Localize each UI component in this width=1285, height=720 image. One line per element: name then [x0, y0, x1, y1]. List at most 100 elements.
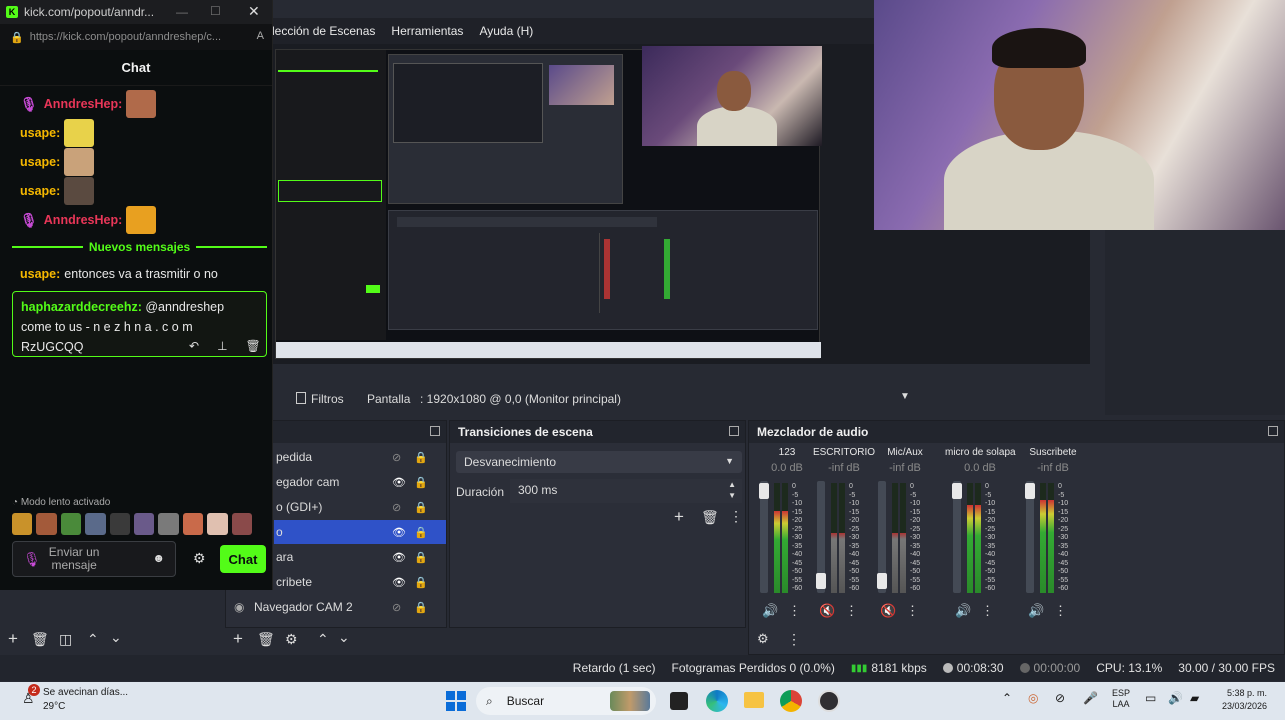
lock-icon[interactable]: 🔒	[414, 601, 428, 614]
delete-icon[interactable]: 🗑	[246, 336, 261, 354]
fader-handle[interactable]	[952, 483, 962, 499]
chat-username[interactable]: AnndresHep:	[44, 97, 122, 111]
float-dock-icon[interactable]	[729, 426, 739, 436]
add-scene-icon[interactable]: +	[8, 629, 18, 649]
emote-option[interactable]	[85, 513, 106, 535]
menu-help[interactable]: Ayuda (H)	[479, 24, 533, 38]
display-icon[interactable]: ▭	[1145, 691, 1156, 705]
float-dock-icon[interactable]	[1268, 426, 1278, 436]
emote-option[interactable]	[182, 513, 204, 535]
emote-option[interactable]	[60, 513, 82, 535]
eye-icon[interactable]: 👁	[392, 576, 406, 589]
more-icon[interactable]: ⋮	[981, 603, 994, 619]
edge-app-icon[interactable]	[706, 690, 728, 712]
more-icon[interactable]: ⋮	[787, 631, 801, 648]
lock-icon[interactable]: 🔒	[414, 526, 428, 539]
taskbar-search[interactable]: ⌕ Buscar	[476, 687, 656, 715]
send-chat-button[interactable]: Chat	[220, 545, 266, 573]
close-icon[interactable]: ✕	[248, 3, 260, 20]
duration-input[interactable]: 300 ms ▲ ▼	[510, 479, 742, 503]
chat-username[interactable]: usape:	[20, 184, 60, 198]
volume-fader[interactable]	[952, 481, 962, 593]
tray-app-icon[interactable]: ◎	[1028, 691, 1038, 705]
trash-icon[interactable]: 🗑	[701, 509, 719, 526]
gear-icon[interactable]: ⚙	[285, 631, 298, 648]
more-icon[interactable]: ⋮	[906, 603, 919, 619]
fader-handle[interactable]	[816, 573, 826, 589]
chevron-up-icon[interactable]: ⌃	[1002, 691, 1012, 705]
muted-speaker-icon[interactable]: 🔇	[880, 603, 896, 619]
speaker-icon[interactable]: 🔊	[762, 603, 778, 619]
emote-option[interactable]	[109, 513, 131, 535]
more-icon[interactable]: ⋮	[1054, 603, 1067, 619]
language-indicator[interactable]: ESP LAA	[1112, 688, 1130, 710]
lock-icon[interactable]: 🔒	[414, 501, 428, 514]
muted-speaker-icon[interactable]: 🔇	[819, 603, 835, 619]
eye-hidden-icon[interactable]: ⊘	[392, 451, 401, 464]
reply-icon[interactable]: ↶	[189, 336, 199, 354]
windows-start-icon[interactable]	[446, 691, 466, 711]
eye-hidden-icon[interactable]: ⊘	[392, 501, 401, 514]
emote-option[interactable]	[36, 513, 57, 535]
gear-icon[interactable]: ⚙	[757, 631, 769, 647]
transition-select[interactable]: Desvanecimiento ▼	[456, 451, 742, 473]
eye-icon[interactable]: 👁	[392, 526, 406, 539]
source-item[interactable]: Navegador CAM 2 ◉ ⊘ 🔒	[226, 595, 446, 619]
trash-icon[interactable]: 🗑	[31, 631, 49, 648]
chat-username[interactable]: usape:	[20, 267, 60, 281]
trash-icon[interactable]: 🗑	[257, 631, 275, 648]
maximize-icon[interactable]: ☐	[210, 4, 221, 18]
move-down-icon[interactable]: ⌄	[110, 629, 122, 646]
move-down-icon[interactable]: ⌄	[338, 629, 350, 646]
add-transition-icon[interactable]: +	[674, 507, 684, 527]
menu-scene-collection[interactable]: lección de Escenas	[272, 24, 375, 38]
volume-fader[interactable]	[816, 481, 826, 593]
chat-username[interactable]: usape:	[20, 126, 60, 140]
fader-handle[interactable]	[759, 483, 769, 499]
move-up-icon[interactable]: ⌃	[87, 631, 99, 648]
kick-address-bar[interactable]: 🔒 https://kick.com/popout/anndreshep/c..…	[0, 24, 272, 50]
menu-tools[interactable]: Herramientas	[391, 24, 463, 38]
lock-icon[interactable]: 🔒	[414, 451, 428, 464]
volume-fader[interactable]	[877, 481, 887, 593]
lock-icon[interactable]: 🔒	[414, 551, 428, 564]
move-up-icon[interactable]: ⌃	[317, 631, 329, 648]
speaker-icon[interactable]: 🔊	[1028, 603, 1044, 619]
speaker-icon[interactable]: 🔊	[955, 603, 971, 619]
emoji-icon[interactable]: ☻	[152, 551, 165, 565]
minimize-icon[interactable]: —	[176, 5, 188, 19]
screen-value[interactable]: : 1920x1080 @ 0,0 (Monitor principal)	[420, 392, 621, 406]
emote-option[interactable]	[207, 513, 228, 535]
pin-icon[interactable]: ⊥	[217, 336, 227, 354]
more-icon[interactable]: ⋮	[845, 603, 858, 619]
weather-widget-icon[interactable]: ♙ 2	[22, 684, 42, 706]
chat-username[interactable]: AnndresHep:	[44, 213, 122, 227]
fader-handle[interactable]	[1025, 483, 1035, 499]
lock-icon[interactable]: 🔒	[414, 476, 428, 489]
eye-icon[interactable]: 👁	[392, 476, 406, 489]
more-icon[interactable]: ⋮	[729, 508, 743, 525]
clock[interactable]: 5:38 p. m. 23/03/2026	[1222, 687, 1267, 713]
tray-mic-icon[interactable]: 🎤	[1083, 691, 1098, 705]
volume-fader[interactable]	[1025, 481, 1035, 593]
chat-username[interactable]: usape:	[20, 155, 60, 169]
emote-option[interactable]	[134, 513, 155, 535]
read-aloud-icon[interactable]: A	[257, 30, 264, 42]
eye-icon[interactable]: 👁	[392, 551, 406, 564]
eye-hidden-icon[interactable]: ⊘	[392, 601, 401, 614]
more-icon[interactable]: ⋮	[788, 603, 801, 619]
fader-handle[interactable]	[877, 573, 887, 589]
add-source-icon[interactable]: +	[233, 629, 243, 649]
chrome-app-icon[interactable]	[780, 690, 802, 712]
filter-icon[interactable]: ◫	[59, 631, 72, 648]
terminal-app-icon[interactable]	[670, 692, 688, 710]
emote-option[interactable]	[231, 513, 253, 535]
chevron-down-icon[interactable]: ▼	[900, 391, 910, 402]
volume-fader[interactable]	[759, 481, 769, 593]
chat-input[interactable]: 🎙 Enviar un mensaje ☻	[12, 541, 176, 577]
obs-app-icon[interactable]	[818, 690, 840, 712]
emote-option[interactable]	[12, 513, 33, 535]
stepper-icon[interactable]: ▲ ▼	[728, 479, 736, 501]
tray-network-icon[interactable]: ⊘	[1055, 691, 1065, 705]
float-dock-icon[interactable]	[430, 426, 440, 436]
